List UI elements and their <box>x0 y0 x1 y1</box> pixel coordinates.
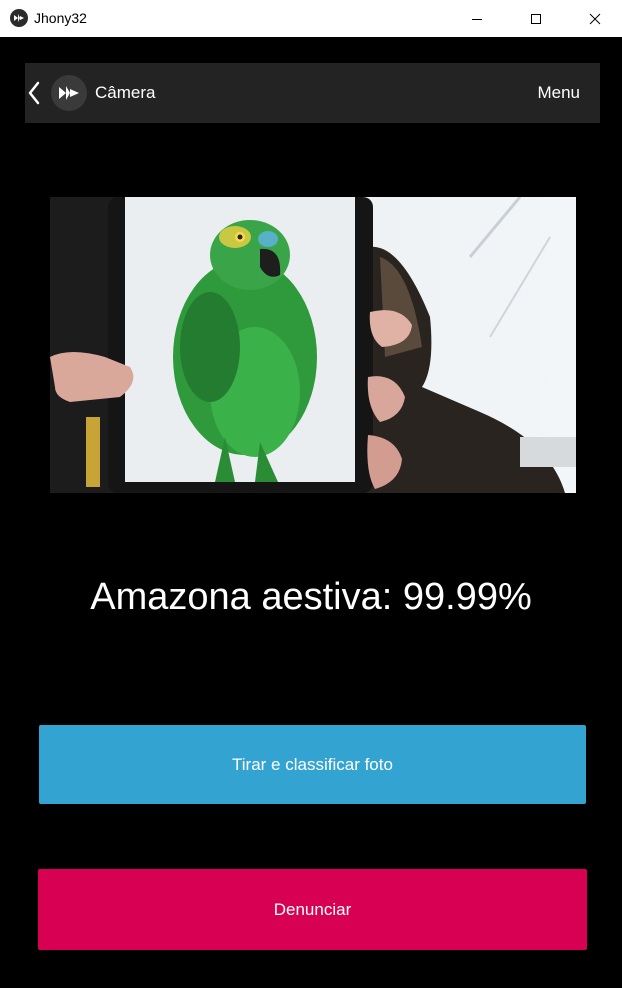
menu-button[interactable]: Menu <box>537 83 580 103</box>
minimize-icon <box>472 18 482 20</box>
app-icon <box>10 9 28 27</box>
capture-classify-button[interactable]: Tirar e classificar foto <box>39 725 586 804</box>
maximize-button[interactable] <box>513 0 559 37</box>
kivy-logo-icon[interactable] <box>51 75 87 111</box>
close-icon <box>589 13 601 24</box>
camera-preview <box>50 197 576 493</box>
classification-result: Amazona aestiva: 99.99% <box>90 576 532 618</box>
report-button[interactable]: Denunciar <box>38 869 587 950</box>
minimize-button[interactable] <box>454 0 500 37</box>
window-titlebar: Jhony32 <box>0 0 622 37</box>
actionbar-title: Câmera <box>95 83 156 102</box>
close-button[interactable] <box>572 0 618 37</box>
window-title: Jhony32 <box>34 10 87 26</box>
maximize-icon <box>531 13 541 24</box>
chevron-left-icon[interactable] <box>27 81 41 105</box>
action-bar: Câmera Menu <box>25 63 600 123</box>
camera-preview-image <box>50 197 576 493</box>
